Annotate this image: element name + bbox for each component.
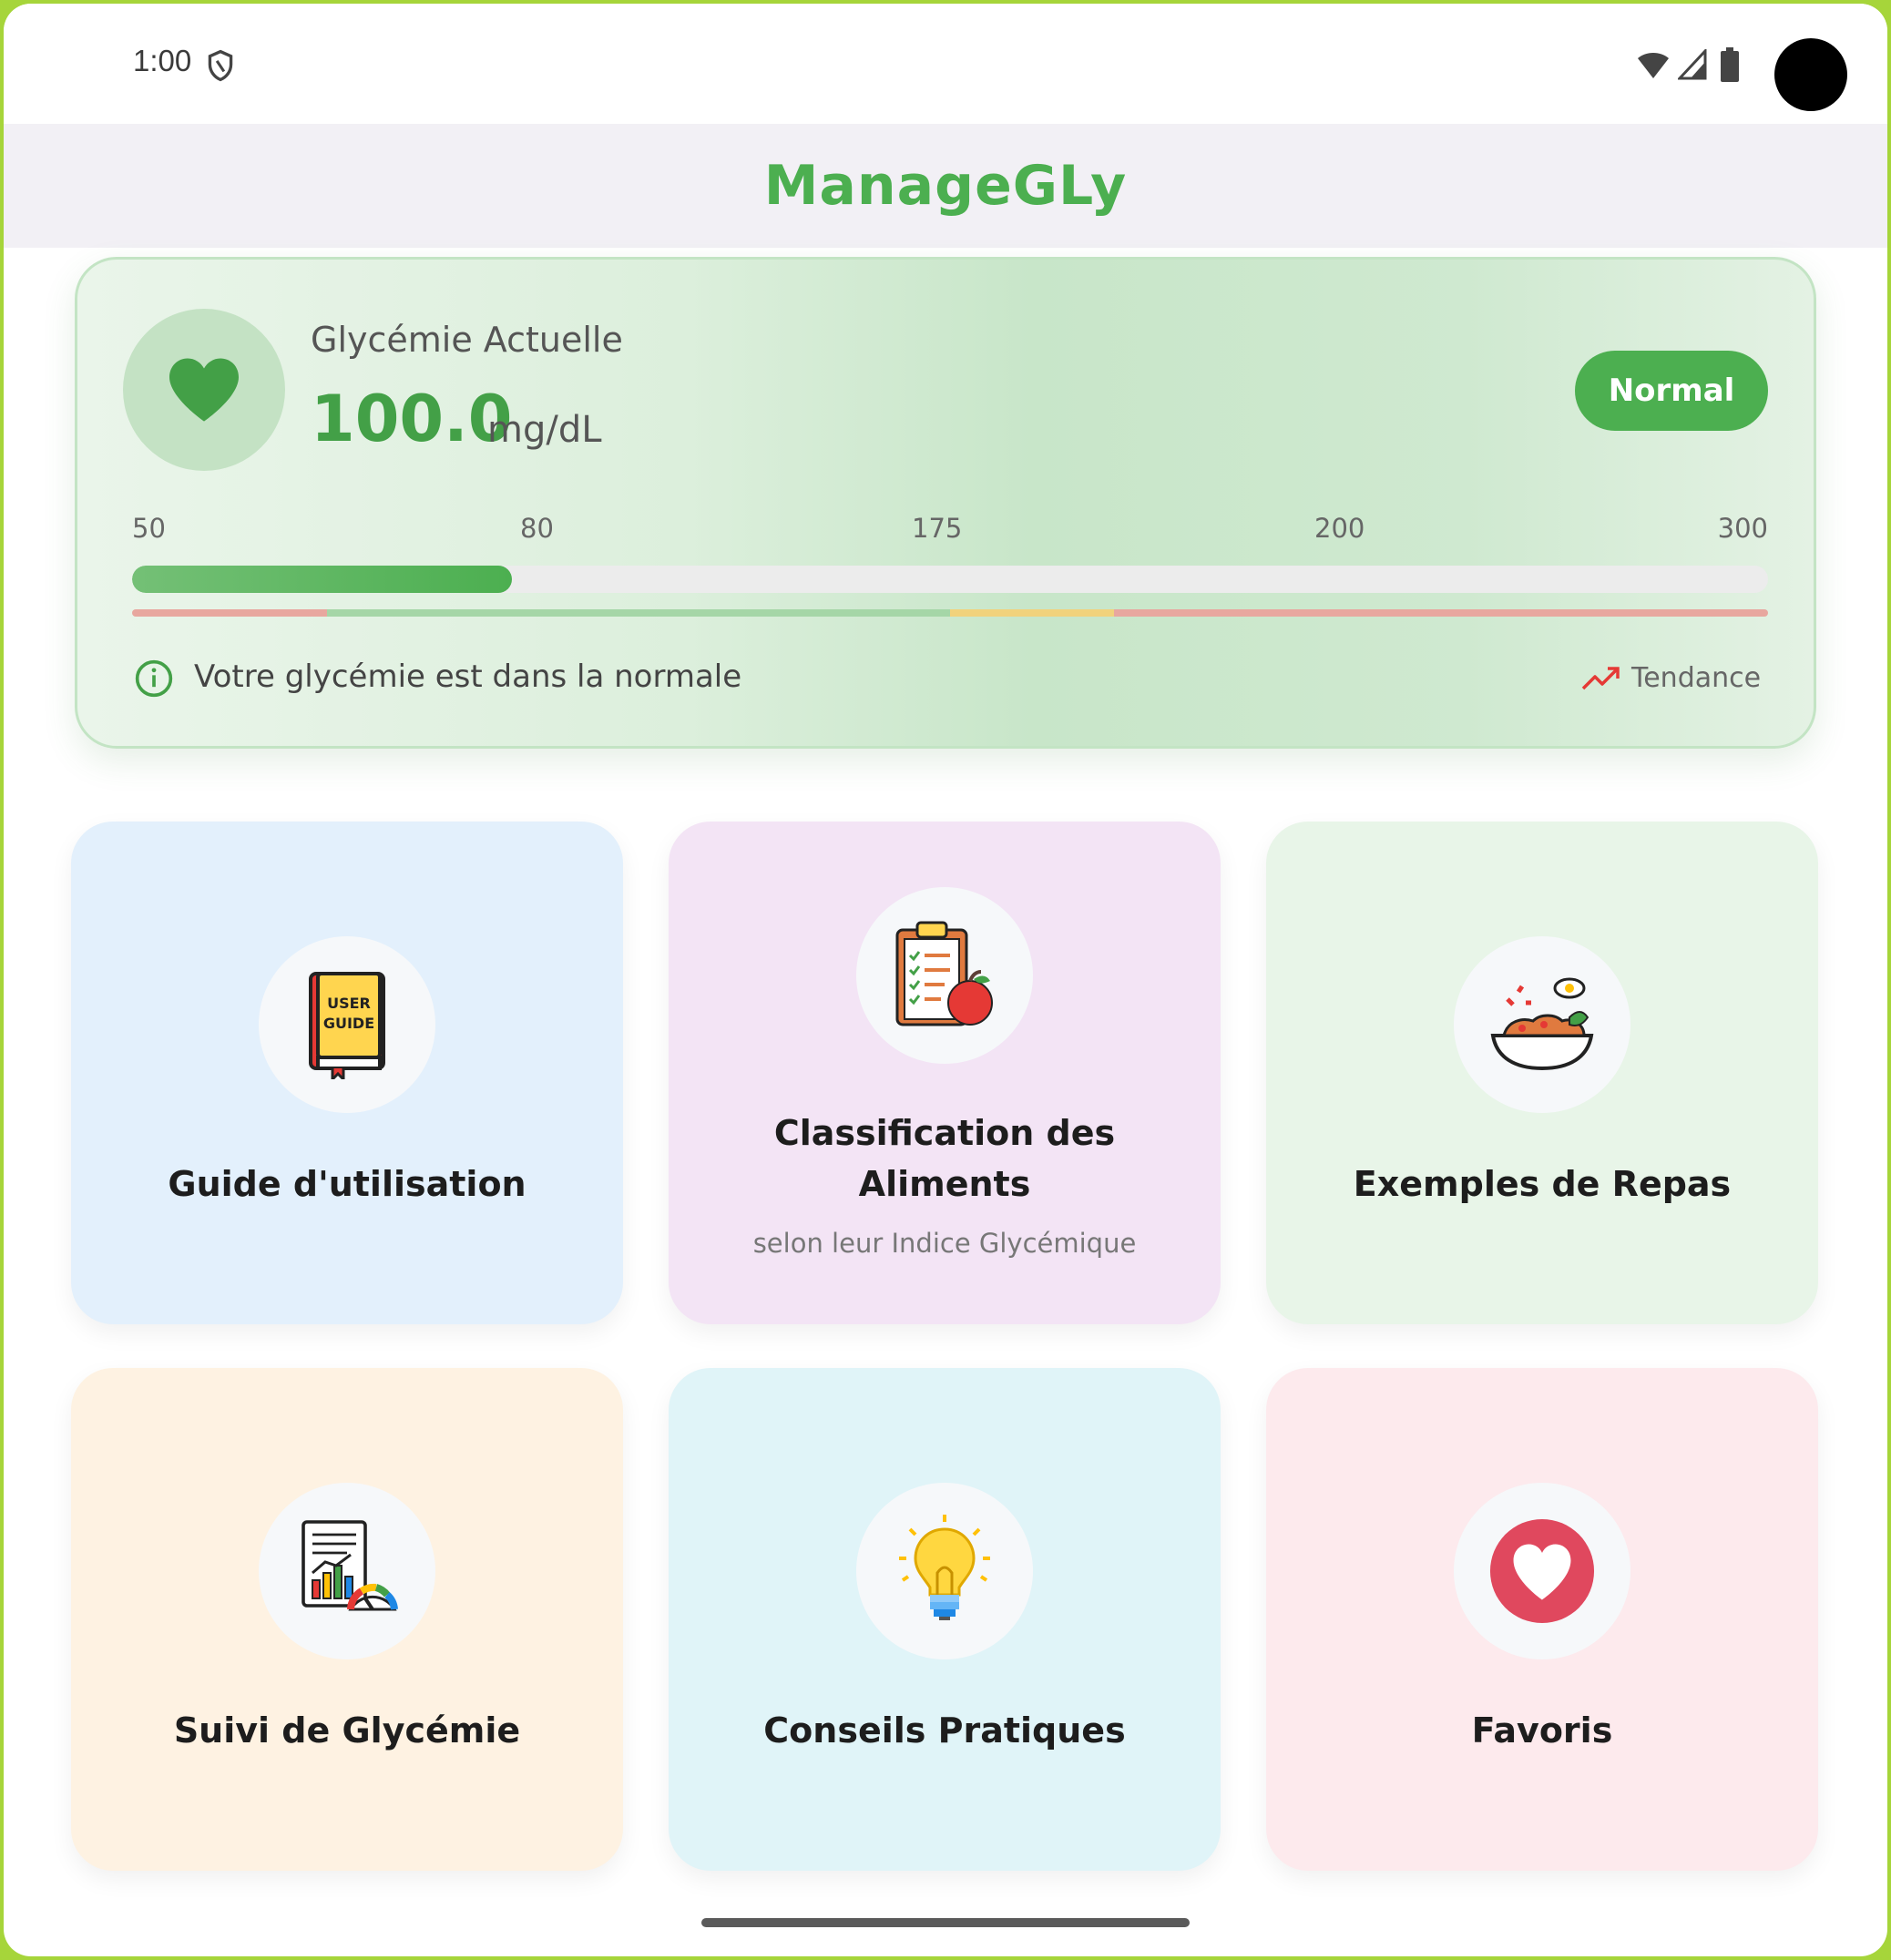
tile-title: Guide d'utilisation xyxy=(168,1164,526,1204)
app-bar: ManageGLy xyxy=(4,124,1887,248)
scale-label: 175 xyxy=(912,513,963,544)
status-time: 1:00 xyxy=(133,44,192,77)
tile-meal-examples[interactable]: Exemples de Repas xyxy=(1266,822,1818,1324)
phone-screen: 1:00 ManageGLy Glycémie Actuelle 100.0 m… xyxy=(4,4,1887,1956)
tile-title: Classification des Aliments xyxy=(773,1113,1116,1204)
tile-title: Favoris xyxy=(1471,1710,1613,1751)
tile-subtitle: selon leur Indice Glycémique xyxy=(752,1228,1137,1259)
range-low xyxy=(132,609,327,617)
scale-label: 80 xyxy=(520,513,554,544)
tile-icon-circle xyxy=(856,887,1033,1064)
shield-icon xyxy=(208,49,233,82)
report-chart-icon xyxy=(302,1520,398,1611)
tile-icon-circle: USER GUIDE xyxy=(259,936,435,1113)
wifi-icon xyxy=(1638,53,1669,78)
app-title: ManageGLy xyxy=(763,154,1128,218)
tile-user-guide[interactable]: USER GUIDE Guide d'utilisation xyxy=(71,822,623,1324)
heart-icon xyxy=(169,358,239,422)
tile-title: Exemples de Repas xyxy=(1353,1164,1732,1204)
scale-label: 200 xyxy=(1314,513,1365,544)
info-icon xyxy=(135,659,173,698)
clipboard-apple-icon xyxy=(895,921,993,1026)
meal-bowl-icon xyxy=(1490,977,1594,1071)
scale-labels: 50 80 175 200 300 xyxy=(132,513,1768,549)
status-bar: 1:00 xyxy=(4,4,1887,124)
tile-icon-circle xyxy=(1454,936,1630,1113)
battery-icon xyxy=(1721,47,1739,82)
glucose-progress-track xyxy=(132,566,1768,593)
tile-icon-circle xyxy=(856,1483,1033,1659)
signal-icon xyxy=(1678,49,1707,80)
tile-food-classification[interactable]: Classification des Aliments selon leur I… xyxy=(669,822,1221,1324)
tile-title: Suivi de Glycémie xyxy=(173,1710,521,1751)
tile-icon-circle xyxy=(1454,1483,1630,1659)
lightbulb-icon xyxy=(899,1515,990,1620)
camera-cutout xyxy=(1774,38,1847,111)
tile-title: Conseils Pratiques xyxy=(763,1710,1126,1751)
tile-practical-tips[interactable]: Conseils Pratiques xyxy=(669,1368,1221,1871)
tile-glucose-tracking[interactable]: Suivi de Glycémie xyxy=(71,1368,623,1871)
home-indicator[interactable] xyxy=(701,1918,1190,1927)
scale-label-max: 300 xyxy=(1717,513,1768,544)
glucose-range-bar xyxy=(132,609,1768,617)
status-badge: Normal xyxy=(1575,351,1768,431)
range-normal xyxy=(326,609,950,617)
glucose-progress-fill xyxy=(132,566,512,593)
svg-text:GUIDE: GUIDE xyxy=(323,1015,374,1032)
glucose-label: Glycémie Actuelle xyxy=(311,320,623,360)
user-guide-book-icon: USER GUIDE xyxy=(309,972,385,1079)
range-high xyxy=(1113,609,1768,617)
tile-icon-circle xyxy=(259,1483,435,1659)
scale-label-min: 50 xyxy=(132,513,166,544)
trend-label[interactable]: Tendance xyxy=(1631,662,1761,694)
heart-badge xyxy=(123,309,285,471)
glucose-unit: mg/dL xyxy=(487,409,602,451)
heart-favorite-icon xyxy=(1489,1518,1595,1624)
svg-text:USER: USER xyxy=(327,995,371,1012)
trending-up-icon[interactable] xyxy=(1580,664,1622,693)
glucose-info-text: Votre glycémie est dans la normale xyxy=(194,658,742,695)
glucose-value: 100.0 xyxy=(311,382,513,456)
tile-favorites[interactable]: Favoris xyxy=(1266,1368,1818,1871)
range-elevated xyxy=(949,609,1114,617)
glucose-card[interactable]: Glycémie Actuelle 100.0 mg/dL Normal 50 … xyxy=(75,257,1816,749)
